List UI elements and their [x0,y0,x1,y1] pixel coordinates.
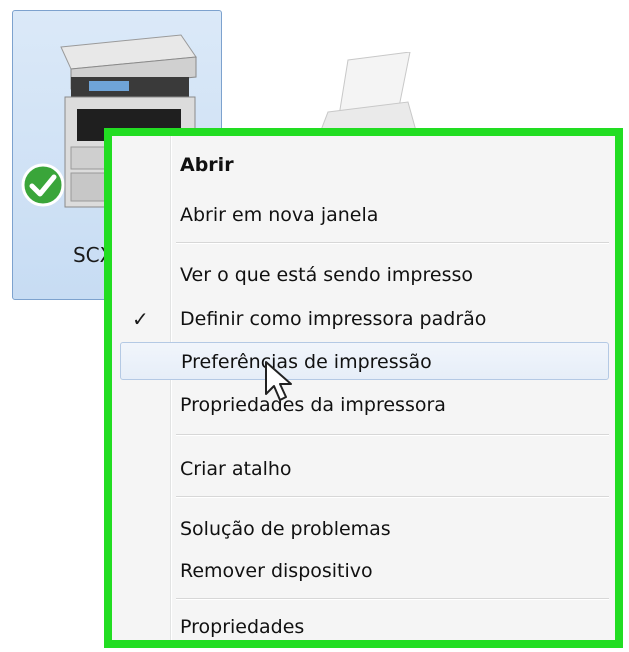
checkmark-icon: ✓ [132,307,149,331]
menu-separator [176,242,609,243]
menu-item-criar-atalho[interactable]: Criar atalho [112,450,615,488]
default-check-icon [21,163,65,207]
menu-item-abrir[interactable]: Abrir [112,146,615,184]
menu-item-preferencias-impressao[interactable]: Preferências de impressão [120,342,609,380]
menu-item-propriedades-impressora[interactable]: Propriedades da impressora [112,386,615,424]
menu-separator [176,598,609,599]
mouse-cursor-icon [265,361,292,401]
background-printer-icon [318,52,419,138]
menu-item-abrir-nova-janela[interactable]: Abrir em nova janela [112,196,615,234]
menu-item-ver-impressao[interactable]: Ver o que está sendo impresso [112,256,615,294]
menu-item-label: Definir como impressora padrão [180,308,487,330]
menu-separator [176,496,609,497]
menu-separator [176,434,609,435]
context-menu: Abrir Abrir em nova janela Ver o que est… [104,128,623,648]
menu-item-solucao-problemas[interactable]: Solução de problemas [112,510,615,548]
menu-item-remover-dispositivo[interactable]: Remover dispositivo [112,552,615,590]
menu-item-propriedades[interactable]: Propriedades [112,608,615,646]
menu-item-definir-padrao[interactable]: ✓ Definir como impressora padrão [112,300,615,338]
